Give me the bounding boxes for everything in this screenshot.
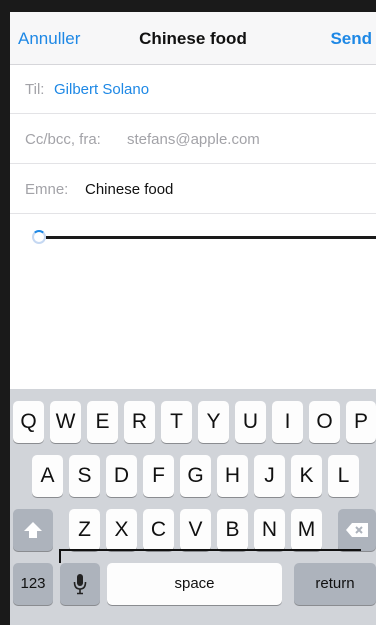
backspace-icon <box>346 523 368 537</box>
callout-line <box>59 549 61 563</box>
key-d[interactable]: D <box>106 455 137 497</box>
key-t[interactable]: T <box>161 401 192 443</box>
shift-key[interactable] <box>13 509 53 551</box>
key-p[interactable]: P <box>346 401 376 443</box>
from-address: stefans@apple.com <box>127 131 260 148</box>
key-w[interactable]: W <box>50 401 81 443</box>
send-button[interactable]: Send <box>330 12 372 64</box>
to-label: Til: <box>25 81 45 98</box>
key-e[interactable]: E <box>87 401 118 443</box>
key-o[interactable]: O <box>309 401 340 443</box>
key-a[interactable]: A <box>32 455 63 497</box>
navigation-bar: Chinese food Annuller Send <box>10 12 376 65</box>
key-g[interactable]: G <box>180 455 211 497</box>
numbers-key[interactable]: 123 <box>13 563 53 605</box>
progress-line <box>46 236 376 239</box>
key-f[interactable]: F <box>143 455 174 497</box>
microphone-icon <box>73 574 87 595</box>
key-b[interactable]: B <box>217 509 248 551</box>
mail-compose-screen: Chinese food Annuller Send Til: Gilbert … <box>10 12 376 625</box>
key-y[interactable]: Y <box>198 401 229 443</box>
cancel-button[interactable]: Annuller <box>18 12 80 64</box>
key-u[interactable]: U <box>235 401 266 443</box>
cc-bcc-from-label: Cc/bcc, fra: <box>25 131 101 148</box>
key-l[interactable]: L <box>328 455 359 497</box>
key-n[interactable]: N <box>254 509 285 551</box>
key-z[interactable]: Z <box>69 509 100 551</box>
cc-bcc-from-field[interactable]: Cc/bcc, fra: stefans@apple.com <box>10 114 376 164</box>
message-body[interactable] <box>10 214 376 389</box>
keyboard: Q W E R T Y U I O P A S D F G H J K L Z … <box>10 389 376 625</box>
space-key[interactable]: space <box>107 563 282 605</box>
key-i[interactable]: I <box>272 401 303 443</box>
subject-field[interactable]: Emne: Chinese food <box>10 164 376 214</box>
key-j[interactable]: J <box>254 455 285 497</box>
key-s[interactable]: S <box>69 455 100 497</box>
key-r[interactable]: R <box>124 401 155 443</box>
recipient-token[interactable]: Gilbert Solano <box>54 64 149 116</box>
callout-line-horizontal <box>59 549 361 551</box>
key-q[interactable]: Q <box>13 401 44 443</box>
backspace-key[interactable] <box>338 509 376 551</box>
key-k[interactable]: K <box>291 455 322 497</box>
key-c[interactable]: C <box>143 509 174 551</box>
return-key[interactable]: return <box>294 563 376 605</box>
key-m[interactable]: M <box>291 509 322 551</box>
loading-spinner-icon <box>32 230 46 244</box>
dictation-key[interactable] <box>59 549 361 605</box>
key-h[interactable]: H <box>217 455 248 497</box>
subject-label: Emne: <box>25 181 69 198</box>
subject-value[interactable]: Chinese food <box>85 164 173 216</box>
to-field[interactable]: Til: Gilbert Solano <box>10 64 376 114</box>
shift-arrow-icon <box>24 522 42 538</box>
key-v[interactable]: V <box>180 509 211 551</box>
key-x[interactable]: X <box>106 509 137 551</box>
